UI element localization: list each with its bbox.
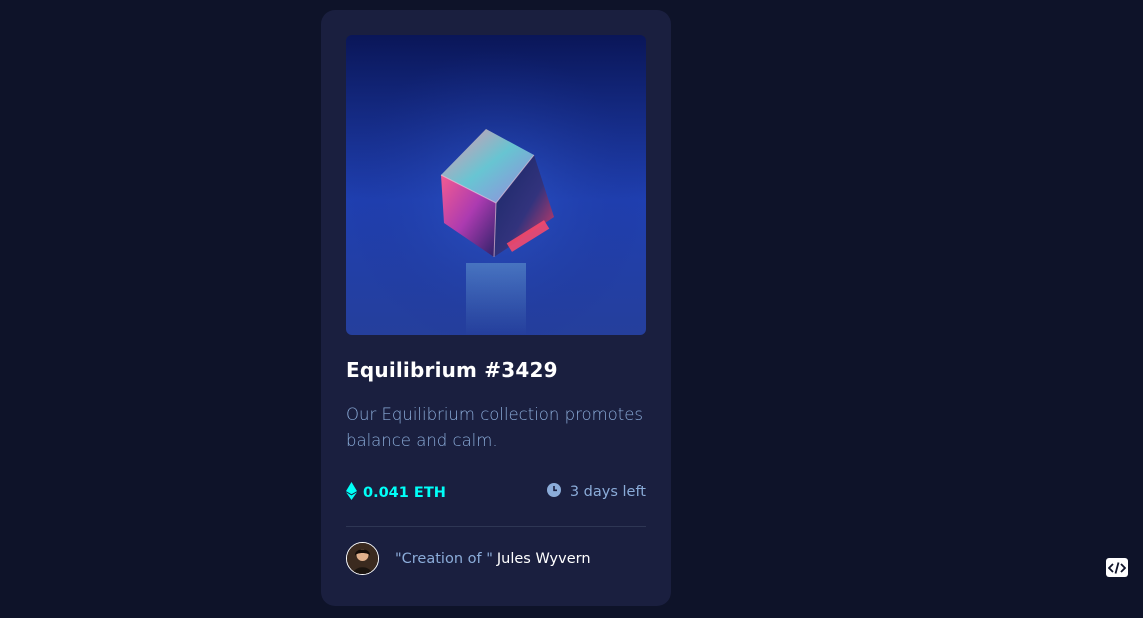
price: 0.041 ETH — [346, 482, 446, 504]
clock-icon — [546, 482, 561, 501]
code-icon[interactable] — [1106, 558, 1128, 577]
nft-image[interactable] — [346, 35, 646, 335]
equilibrium-cube-image — [346, 35, 646, 335]
nft-title[interactable]: Equilibrium #3429 — [346, 358, 558, 382]
ethereum-icon — [346, 482, 357, 504]
creator-line: "Creation of " Jules Wyvern — [395, 551, 591, 567]
creator-prefix: "Creation of " — [395, 550, 493, 567]
price-value: 0.041 ETH — [363, 485, 446, 501]
nft-description: Our Equilibrium collection promotes bala… — [346, 405, 643, 450]
creator-name[interactable]: Jules Wyvern — [497, 551, 591, 567]
time-remaining: 3 days left — [546, 482, 646, 501]
divider — [346, 526, 646, 527]
time-value: 3 days left — [569, 483, 646, 500]
nft-card: Equilibrium #3429 Our Equilibrium collec… — [321, 10, 671, 606]
creator: "Creation of " Jules Wyvern — [346, 542, 591, 575]
nft-meta: 0.041 ETH 3 days left — [346, 482, 646, 506]
avatar — [346, 542, 379, 575]
